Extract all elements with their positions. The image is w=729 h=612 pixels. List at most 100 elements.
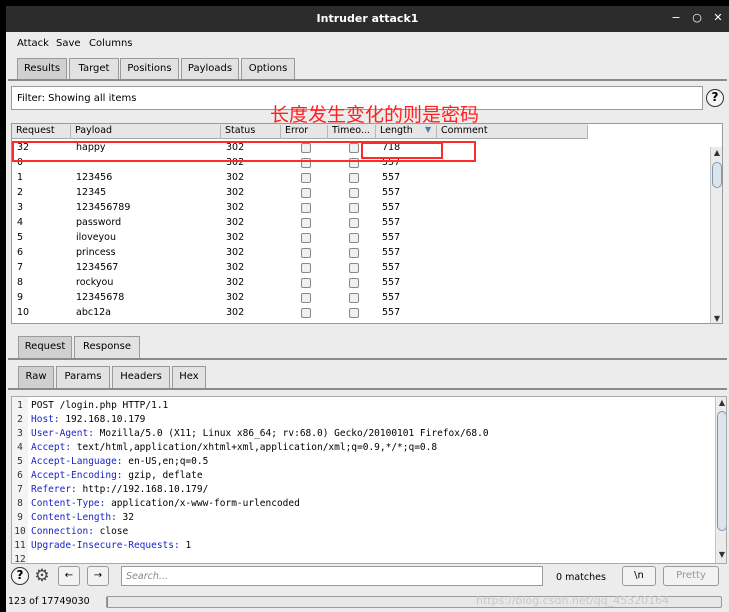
cell-status: 302 <box>226 232 245 243</box>
line-content: Upgrade-Insecure-Requests: 1 <box>31 540 191 551</box>
menu-save[interactable]: Save <box>56 38 81 49</box>
menu-columns[interactable]: Columns <box>89 38 133 49</box>
table-row[interactable]: 10 abc12a 302 557 <box>12 305 709 320</box>
col-error[interactable]: Error <box>281 125 328 139</box>
line-number: 10 <box>14 526 26 537</box>
minimize-icon[interactable]: − <box>668 10 684 26</box>
help-icon[interactable]: ? <box>706 89 724 107</box>
detail-tab-divider <box>8 358 727 360</box>
request-line: 10 Connection: close <box>12 526 712 540</box>
header-key: Content-Type: <box>31 498 106 509</box>
cell-status: 302 <box>226 307 245 318</box>
editor-toolbar: ? ⚙ ← → Search... 0 matches \n Pretty <box>6 564 729 588</box>
cell-request: 3 <box>17 202 24 213</box>
request-line: 8 Content-Type: application/x-www-form-ur… <box>12 498 712 512</box>
request-editor[interactable]: 1 POST /login.php HTTP/1.1 2 Host: 192.168.… <box>11 396 727 564</box>
tab-hex[interactable]: Hex <box>172 366 206 388</box>
col-request[interactable]: Request <box>12 125 71 139</box>
scroll-down-icon[interactable]: ▼ <box>711 313 722 323</box>
cell-request: 5 <box>17 232 24 243</box>
col-comment[interactable]: Comment <box>437 125 588 139</box>
line-number: 8 <box>17 498 23 509</box>
cell-request: 7 <box>17 262 24 273</box>
highlight-length-box <box>361 142 443 159</box>
timeout-checkbox <box>349 308 359 318</box>
scroll-thumb[interactable] <box>712 162 722 188</box>
tab-response[interactable]: Response <box>74 336 140 358</box>
editor-scrollbar[interactable]: ▲ ▼ <box>715 397 726 563</box>
maximize-icon[interactable]: ○ <box>689 10 705 26</box>
close-icon[interactable]: ✕ <box>710 10 726 26</box>
table-row[interactable]: 1 123456 302 557 <box>12 170 709 185</box>
cell-payload: rockyou <box>76 277 114 288</box>
prev-match-button[interactable]: ← <box>58 566 80 586</box>
col-payload[interactable]: Payload <box>71 125 221 139</box>
sort-down-icon: ▼ <box>425 125 432 134</box>
error-checkbox <box>301 188 311 198</box>
request-line: 2 Host: 192.168.10.179 <box>12 414 712 428</box>
header-value: application/x-www-form-urlencoded <box>105 498 300 509</box>
cell-payload: 123456789 <box>76 202 131 213</box>
main-tabs: Results Target Positions Payloads Option… <box>6 58 729 80</box>
header-value: 32 <box>116 512 134 523</box>
tab-options[interactable]: Options <box>241 58 295 80</box>
timeout-checkbox <box>349 203 359 213</box>
editor-scroll-up-icon[interactable]: ▲ <box>716 397 726 409</box>
cell-status: 302 <box>226 247 245 258</box>
error-checkbox <box>301 203 311 213</box>
table-row[interactable]: 3 123456789 302 557 <box>12 200 709 215</box>
editor-scroll-thumb[interactable] <box>717 411 726 531</box>
results-scrollbar[interactable]: ▲ ▼ <box>710 147 722 323</box>
cell-length: 557 <box>382 277 401 288</box>
cell-payload: iloveyou <box>76 232 117 243</box>
tab-request[interactable]: Request <box>18 336 72 358</box>
cell-request: 10 <box>17 307 30 318</box>
header-key: Accept-Language: <box>31 456 123 467</box>
tab-params[interactable]: Params <box>56 366 110 388</box>
table-row[interactable]: 2 12345 302 557 <box>12 185 709 200</box>
request-line: 6 Accept-Encoding: gzip, deflate <box>12 470 712 484</box>
settings-icon[interactable]: ⚙ <box>32 566 52 586</box>
tab-headers[interactable]: Headers <box>112 366 170 388</box>
next-match-button[interactable]: → <box>87 566 109 586</box>
search-input[interactable]: Search... <box>121 566 543 586</box>
tab-target[interactable]: Target <box>69 58 119 80</box>
tab-positions[interactable]: Positions <box>120 58 179 80</box>
cell-length: 557 <box>382 217 401 228</box>
timeout-checkbox <box>349 293 359 303</box>
table-row[interactable]: 5 iloveyou 302 557 <box>12 230 709 245</box>
line-content: Referer: http://192.168.10.179/ <box>31 484 208 495</box>
header-key: Accept-Encoding: <box>31 470 123 481</box>
line-number: 9 <box>17 512 23 523</box>
tab-results[interactable]: Results <box>17 58 67 80</box>
pretty-button[interactable]: Pretty <box>663 566 719 586</box>
table-header: Request Payload Status Error Timeo... Le… <box>12 124 588 139</box>
scroll-up-icon[interactable]: ▲ <box>711 147 722 159</box>
line-content: Accept-Encoding: gzip, deflate <box>31 470 203 481</box>
watermark-text: https://blog.csdn.net/qq_45320164 <box>476 594 670 607</box>
col-length[interactable]: Length ▼ <box>376 125 437 139</box>
editor-scroll-down-icon[interactable]: ▼ <box>716 549 726 561</box>
error-checkbox <box>301 173 311 183</box>
table-row[interactable]: 4 password 302 557 <box>12 215 709 230</box>
tab-raw[interactable]: Raw <box>18 366 54 388</box>
table-row[interactable]: 9 12345678 302 557 <box>12 290 709 305</box>
col-status[interactable]: Status <box>221 125 281 139</box>
line-content: Content-Type: application/x-www-form-url… <box>31 498 300 509</box>
table-row[interactable]: 7 1234567 302 557 <box>12 260 709 275</box>
cell-status: 302 <box>226 292 245 303</box>
col-timeout[interactable]: Timeo... <box>328 125 376 139</box>
cell-length: 557 <box>382 292 401 303</box>
table-row[interactable]: 6 princess 302 557 <box>12 245 709 260</box>
tab-divider <box>8 79 727 81</box>
line-content: POST /login.php HTTP/1.1 <box>31 400 168 411</box>
table-row[interactable]: 8 rockyou 302 557 <box>12 275 709 290</box>
menu-attack[interactable]: Attack <box>17 38 49 49</box>
error-checkbox <box>301 278 311 288</box>
header-value: Mozilla/5.0 (X11; Linux x86_64; rv:68.0)… <box>93 428 489 439</box>
editor-help-icon[interactable]: ? <box>11 567 29 585</box>
col-length-label: Length <box>380 125 413 136</box>
tab-payloads[interactable]: Payloads <box>181 58 239 80</box>
request-line: 9 Content-Length: 32 <box>12 512 712 526</box>
newline-toggle-button[interactable]: \n <box>622 566 656 586</box>
